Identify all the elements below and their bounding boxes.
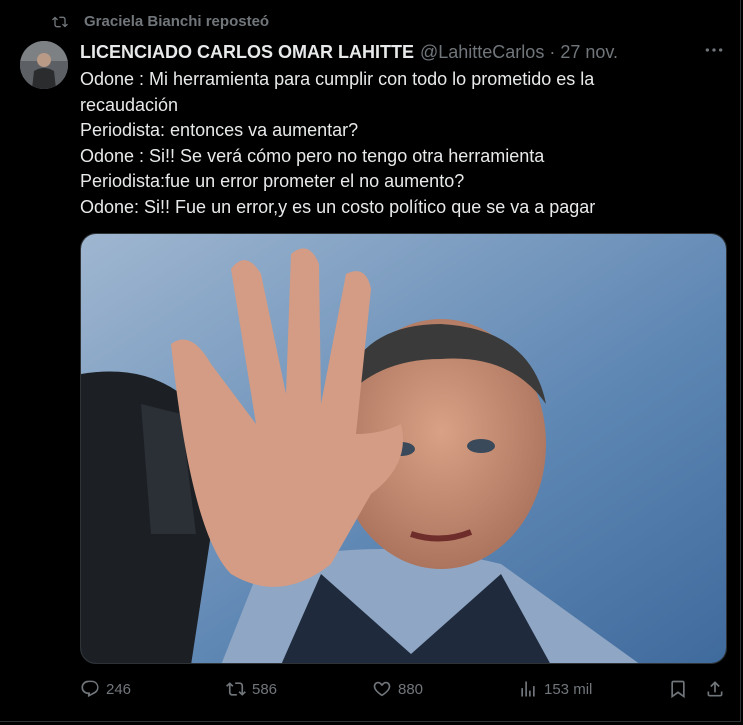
heart-icon (373, 681, 391, 697)
tweet-line: Odone : Si!! Se verá cómo pero no tengo … (80, 145, 545, 166)
tweet-card[interactable]: Graciela Bianchi reposteó LICENCIADO CAR… (0, 0, 741, 722)
share-button[interactable] (705, 679, 731, 699)
author-name[interactable]: LICENCIADO CARLOS OMAR LAHITTE (80, 42, 414, 63)
tweet-line: Odone: Si!! Fue un error,y es un costo p… (80, 196, 596, 217)
repost-icon (52, 16, 68, 27)
like-count: 880 (398, 680, 424, 698)
reply-button[interactable]: 246 (80, 679, 131, 699)
retweet-count: 586 (252, 680, 278, 698)
tweet-line: Periodista: entonces va aumentar? (80, 120, 359, 140)
views-count: 153 mil (544, 680, 593, 698)
tweet-line: Periodista:fue un error prometer el no a… (80, 171, 465, 191)
action-bar: 246 586 880 153 mil (80, 679, 730, 705)
views-icon (521, 681, 535, 697)
tweet-photo[interactable] (80, 233, 727, 664)
bookmark-icon (671, 680, 685, 699)
retweet-button[interactable]: 586 (226, 679, 277, 699)
avatar[interactable] (20, 41, 68, 89)
more-icon[interactable] (704, 40, 724, 66)
reply-icon (81, 680, 99, 698)
tweet-date[interactable]: 27 nov. (560, 42, 618, 63)
share-icon (707, 681, 723, 697)
tweet-text: Odone : Mi herramienta para cumplir con … (80, 67, 680, 220)
reply-count: 246 (106, 680, 132, 698)
author-handle[interactable]: @LahitteCarlos (420, 42, 544, 63)
repost-label: Graciela Bianchi reposteó (84, 13, 270, 30)
separator: · (549, 42, 556, 62)
views-button[interactable]: 153 mil (518, 679, 592, 699)
bookmark-button[interactable] (668, 679, 694, 699)
repost-context[interactable]: Graciela Bianchi reposteó (52, 13, 269, 30)
tweet-header: LICENCIADO CARLOS OMAR LAHITTE @LahitteC… (80, 42, 720, 63)
retweet-icon (226, 682, 246, 696)
tweet-line: Odone : Mi herramienta para cumplir con … (80, 69, 600, 115)
like-button[interactable]: 880 (372, 679, 423, 699)
